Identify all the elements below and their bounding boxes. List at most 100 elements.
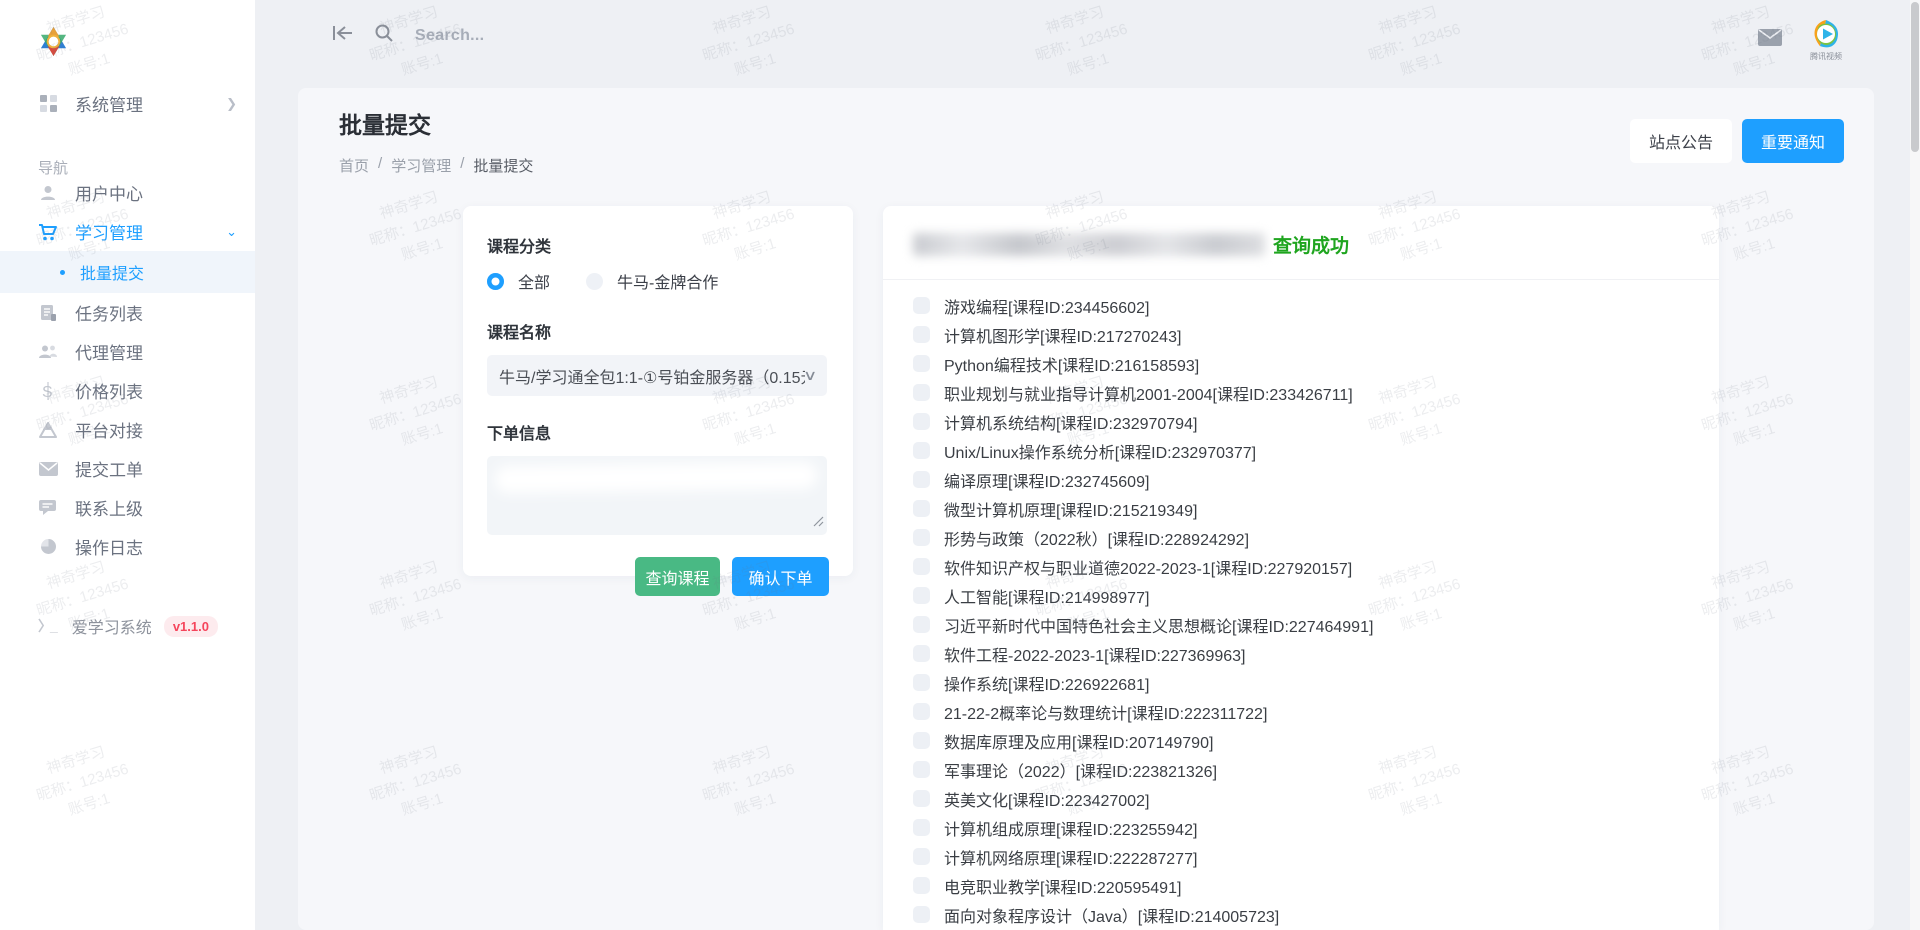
- course-checkbox[interactable]: [913, 384, 930, 401]
- course-checkbox[interactable]: [913, 848, 930, 865]
- course-row-6[interactable]: 编译原理[课程ID:232745609]: [913, 465, 1689, 494]
- course-checkbox[interactable]: [913, 790, 930, 807]
- sidebar-item-0[interactable]: 用户中心: [0, 173, 255, 212]
- course-checkbox[interactable]: [913, 442, 930, 459]
- course-row-20[interactable]: 电竞职业教学[课程ID:220595491]: [913, 871, 1689, 900]
- course-row-15[interactable]: 数据库原理及应用[课程ID:207149790]: [913, 726, 1689, 755]
- sidebar-item-label: 代理管理: [75, 339, 237, 364]
- course-row-5[interactable]: Unix/Linux操作系统分析[课程ID:232970377]: [913, 436, 1689, 465]
- course-checkbox[interactable]: [913, 674, 930, 691]
- price-icon: S: [38, 381, 58, 401]
- mail-icon[interactable]: [1758, 29, 1782, 51]
- course-checkbox[interactable]: [913, 500, 930, 517]
- sidebar-subitem-label: 批量提交: [80, 260, 144, 284]
- terminal-icon: 〉_: [38, 616, 56, 636]
- sidebar-item-5[interactable]: 平台对接: [0, 410, 255, 449]
- sidebar-subitem-批量提交[interactable]: 批量提交: [0, 251, 255, 293]
- divider: [883, 279, 1719, 280]
- course-row-9[interactable]: 软件知识产权与职业道德2022-2023-1[课程ID:227920157]: [913, 552, 1689, 581]
- breadcrumb-learning[interactable]: 学习管理: [391, 155, 451, 176]
- course-row-3[interactable]: 职业规划与就业指导计算机2001-2004[课程ID:233426711]: [913, 378, 1689, 407]
- category-radio-1[interactable]: [586, 273, 603, 290]
- grid-icon: [38, 94, 58, 114]
- contact-icon: [38, 498, 58, 518]
- sidebar-item-label: 学习管理: [75, 219, 226, 244]
- breadcrumb-separator: /: [460, 155, 464, 176]
- confirm-order-button[interactable]: 确认下单: [732, 557, 829, 596]
- course-label: Unix/Linux操作系统分析[课程ID:232970377]: [944, 439, 1256, 463]
- collapse-sidebar-icon[interactable]: [333, 25, 353, 46]
- course-row-19[interactable]: 计算机网络原理[课程ID:222287277]: [913, 842, 1689, 871]
- course-row-10[interactable]: 人工智能[课程ID:214998977]: [913, 581, 1689, 610]
- course-checkbox[interactable]: [913, 645, 930, 662]
- tencent-video-icon[interactable]: 腾讯视频: [1810, 18, 1842, 62]
- course-row-11[interactable]: 习近平新时代中国特色社会主义思想概论[课程ID:227464991]: [913, 610, 1689, 639]
- search-icon[interactable]: [375, 24, 393, 47]
- ticket-icon: [38, 459, 58, 479]
- sidebar-item-label: 用户中心: [75, 180, 237, 205]
- sidebar-item-1[interactable]: 学习管理⌄: [0, 212, 255, 251]
- course-select[interactable]: 牛马/学习通全包1:1-①号铂金服务器（0.15元 ∨: [487, 355, 827, 396]
- page-title: 批量提交: [339, 106, 533, 140]
- course-checkbox[interactable]: [913, 616, 930, 633]
- course-checkbox[interactable]: [913, 819, 930, 836]
- course-checkbox[interactable]: [913, 703, 930, 720]
- page-scrollbar: [1910, 0, 1920, 930]
- course-row-2[interactable]: Python编程技术[课程ID:216158593]: [913, 349, 1689, 378]
- course-row-16[interactable]: 军事理论（2022）[课程ID:223821326]: [913, 755, 1689, 784]
- course-checkbox[interactable]: [913, 906, 930, 923]
- course-row-14[interactable]: 21-22-2概率论与数理统计[课程ID:222311722]: [913, 697, 1689, 726]
- course-checkbox[interactable]: [913, 877, 930, 894]
- category-radio-group: 全部 牛马-金牌合作: [487, 269, 829, 293]
- sidebar-item-4[interactable]: S价格列表: [0, 371, 255, 410]
- course-label: 21-22-2概率论与数理统计[课程ID:222311722]: [944, 700, 1267, 724]
- order-info-label: 下单信息: [487, 420, 829, 444]
- course-checkbox[interactable]: [913, 297, 930, 314]
- course-row-8[interactable]: 形势与政策（2022秋）[课程ID:228924292]: [913, 523, 1689, 552]
- course-row-13[interactable]: 操作系统[课程ID:226922681]: [913, 668, 1689, 697]
- important-notice-button[interactable]: 重要通知: [1742, 119, 1844, 163]
- course-row-0[interactable]: 游戏编程[课程ID:234456602]: [913, 291, 1689, 320]
- scrollbar-thumb[interactable]: [1911, 2, 1919, 152]
- course-label: 形势与政策（2022秋）[课程ID:228924292]: [944, 526, 1249, 550]
- course-label: 习近平新时代中国特色社会主义思想概论[课程ID:227464991]: [944, 613, 1373, 637]
- sidebar-item-8[interactable]: 操作日志: [0, 527, 255, 566]
- search-input[interactable]: Search...: [415, 27, 484, 45]
- site-notice-button[interactable]: 站点公告: [1630, 119, 1732, 163]
- course-checkbox[interactable]: [913, 732, 930, 749]
- query-success-text: 查询成功: [1273, 231, 1349, 258]
- course-row-18[interactable]: 计算机组成原理[课程ID:223255942]: [913, 813, 1689, 842]
- course-checkbox[interactable]: [913, 558, 930, 575]
- course-row-21[interactable]: 面向对象程序设计（Java）[课程ID:214005723]: [913, 900, 1689, 929]
- sidebar-item-3[interactable]: 代理管理: [0, 332, 255, 371]
- course-label: 操作系统[课程ID:226922681]: [944, 671, 1149, 695]
- sidebar-item-2[interactable]: 任务列表: [0, 293, 255, 332]
- category-radio-0[interactable]: [487, 273, 504, 290]
- course-checkbox[interactable]: [913, 761, 930, 778]
- course-checkbox[interactable]: [913, 529, 930, 546]
- main-content-card: 批量提交 首页 / 学习管理 / 批量提交 站点公告 重要通知 课程分类 全部牛…: [298, 88, 1874, 930]
- course-checkbox[interactable]: [913, 471, 930, 488]
- course-checkbox[interactable]: [913, 355, 930, 372]
- course-row-17[interactable]: 英美文化[课程ID:223427002]: [913, 784, 1689, 813]
- course-select-value: 牛马/学习通全包1:1-①号铂金服务器（0.15元: [499, 364, 805, 388]
- course-checkbox[interactable]: [913, 587, 930, 604]
- breadcrumb-home[interactable]: 首页: [339, 155, 369, 176]
- sidebar-item-system[interactable]: 系统管理 ❯: [0, 84, 255, 123]
- category-radio-label-0[interactable]: 全部: [518, 269, 550, 293]
- course-checkbox[interactable]: [913, 326, 930, 343]
- user-icon: [38, 183, 58, 203]
- course-checkbox[interactable]: [913, 413, 930, 430]
- order-info-textarea[interactable]: [487, 456, 827, 535]
- course-row-1[interactable]: 计算机图形学[课程ID:217270243]: [913, 320, 1689, 349]
- resize-handle[interactable]: [813, 514, 824, 532]
- app-logo[interactable]: [0, 0, 255, 62]
- sidebar-item-7[interactable]: 联系上级: [0, 488, 255, 527]
- query-courses-button[interactable]: 查询课程: [635, 557, 720, 596]
- course-row-7[interactable]: 微型计算机原理[课程ID:215219349]: [913, 494, 1689, 523]
- course-label: Python编程技术[课程ID:216158593]: [944, 352, 1199, 376]
- course-row-4[interactable]: 计算机系统结构[课程ID:232970794]: [913, 407, 1689, 436]
- course-row-12[interactable]: 软件工程-2022-2023-1[课程ID:227369963]: [913, 639, 1689, 668]
- category-radio-label-1[interactable]: 牛马-金牌合作: [617, 269, 718, 293]
- sidebar-item-6[interactable]: 提交工单: [0, 449, 255, 488]
